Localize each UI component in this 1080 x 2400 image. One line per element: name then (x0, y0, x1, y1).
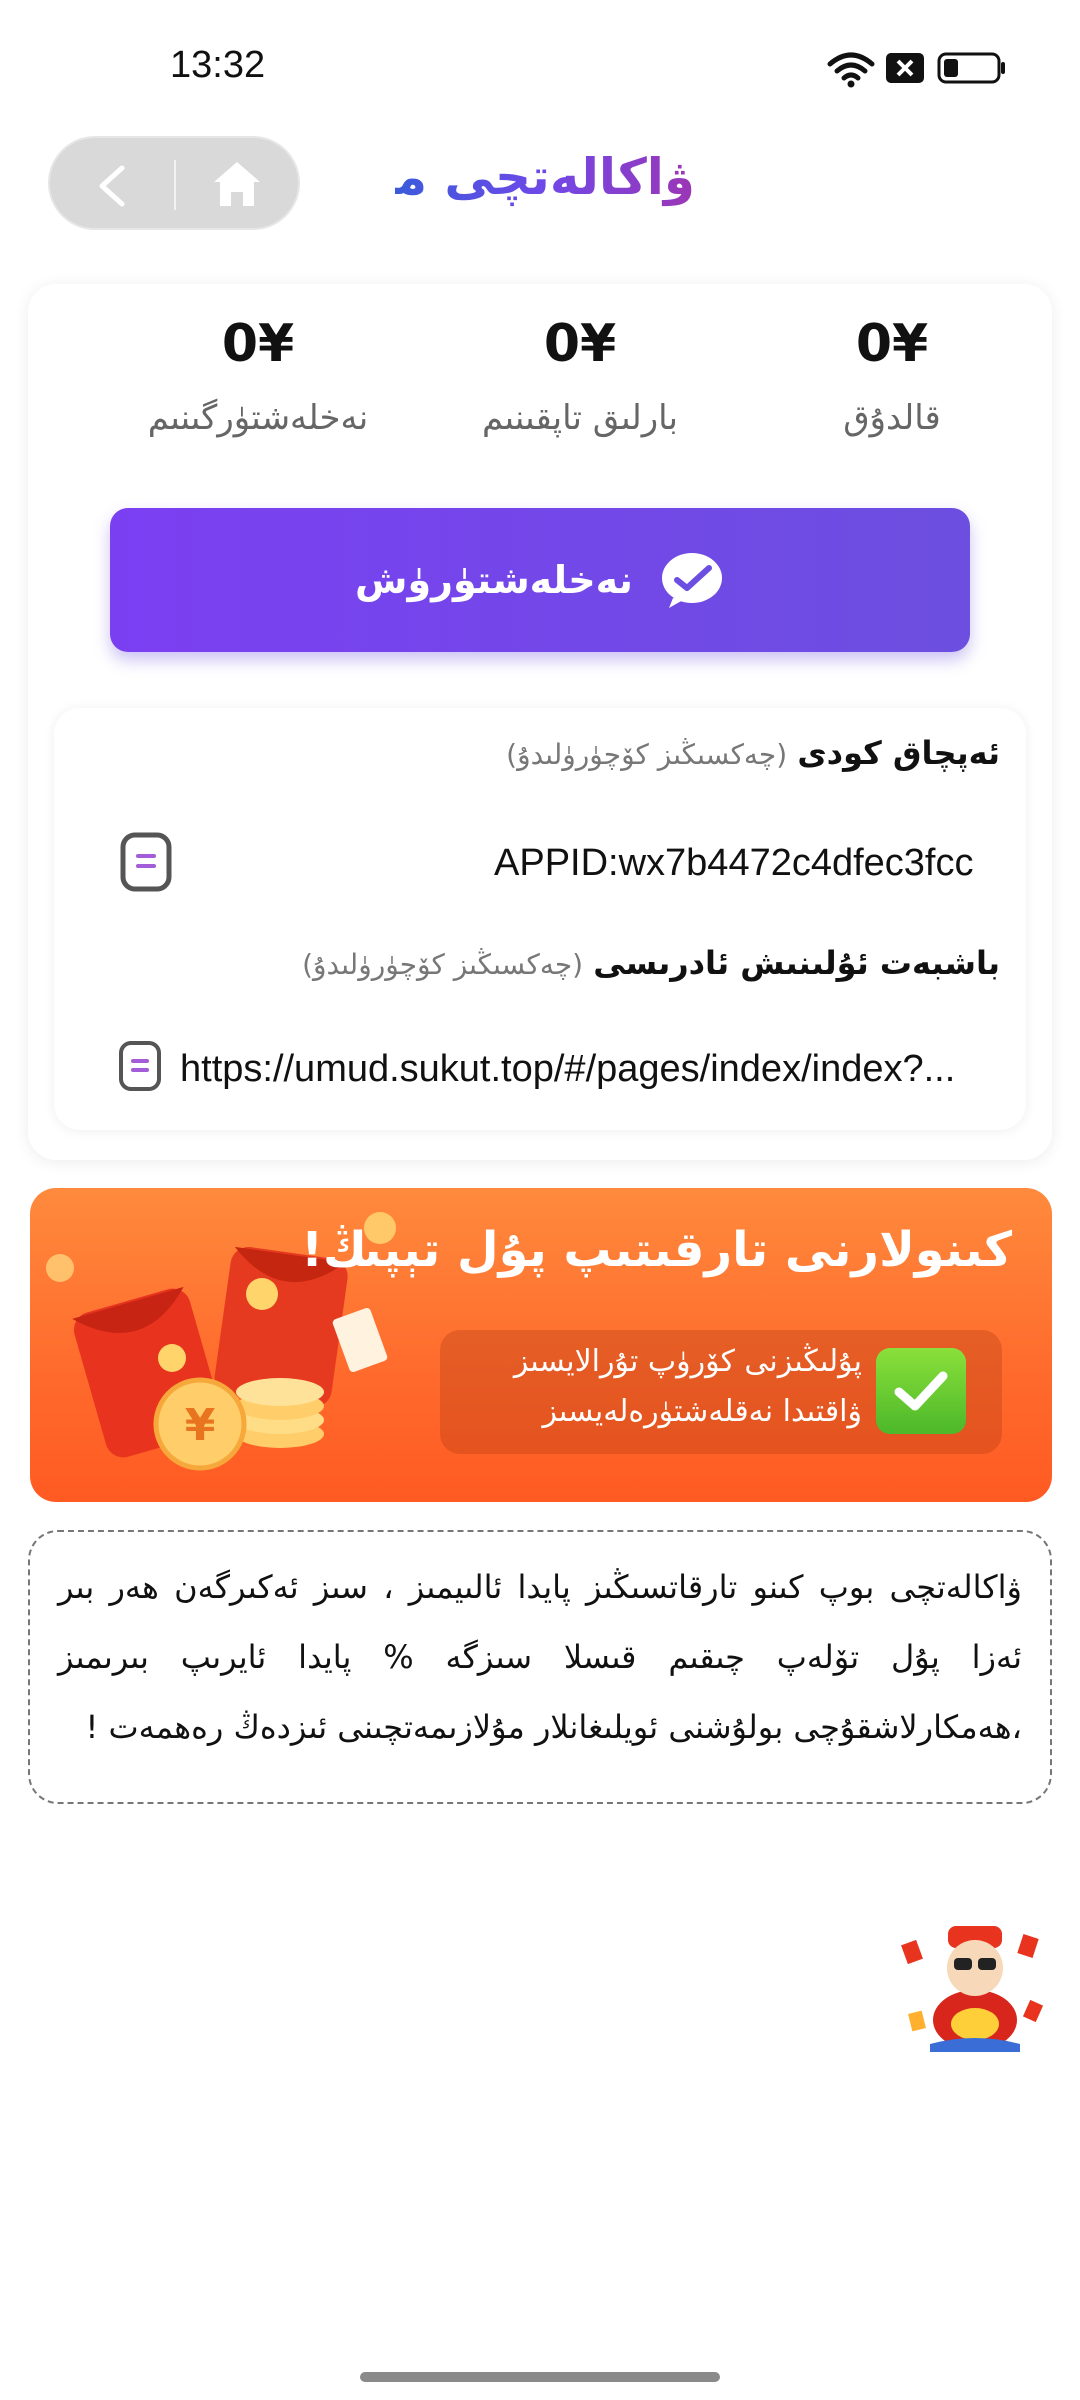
checkmark-icon (876, 1348, 966, 1434)
status-bar: 13:32 (0, 0, 1080, 130)
appid-hint: (چەكسىڭىز كۆچۈرۈلىدۇ) (506, 738, 788, 771)
address-hint: (چەكسىڭىز كۆچۈرۈلىدۇ) (302, 948, 584, 981)
stat-total-value: 0¥ (543, 314, 617, 374)
address-value[interactable]: https://umud.sukut.top/#/pages/index/ind… (180, 1048, 1000, 1091)
home-indicator[interactable] (360, 2372, 720, 2382)
appid-title-row: ئەپچاق كودى (چەكسىڭىز كۆچۈرۈلىدۇ) (506, 734, 1000, 772)
notification-x-icon (885, 52, 925, 88)
notice-text: ۋاكالەتچى بوپ كىنو تارقاتسىڭىز پايدا ئال… (58, 1568, 1022, 1746)
copy-appid-icon[interactable] (120, 832, 172, 896)
stat-withdrawn-value: 0¥ (221, 314, 295, 374)
address-title-row: باشبەت ئۇلىنىش ئادرىسى (چەكسىڭىز كۆچۈرۈل… (302, 944, 1000, 982)
banner-line-2: ۋاقتىدا نەقلەشتۈرەلەيسىز (542, 1394, 862, 1429)
stat-total-earned: 0¥ بارلىق تاپقىنىم (430, 314, 730, 438)
appid-value[interactable]: APPID:wx7b4472c4dfec3fcc (494, 842, 1010, 885)
battery-icon (937, 52, 1007, 88)
stat-total-label: بارلىق تاپقىنىم (482, 398, 678, 438)
back-button[interactable] (92, 164, 132, 212)
stat-balance-value: 0¥ (855, 314, 929, 374)
banner-title: كىنولارنى تارقىتىپ پۇل تېپىڭ! (301, 1222, 1012, 1278)
home-button[interactable] (210, 158, 264, 214)
stat-withdrawn-label: نەخلەشتۈرگىنىم (147, 398, 369, 438)
home-icon (214, 162, 260, 206)
chevron-left-icon (99, 165, 125, 207)
appid-title: ئەپچاق كودى (797, 734, 1000, 772)
wifi-icon (826, 50, 876, 92)
stat-balance-label: قالدۇق (843, 398, 941, 438)
status-time: 13:32 (170, 44, 266, 86)
address-title: باشبەت ئۇلىنىش ئادرىسى (593, 944, 1000, 982)
nav-capsule (48, 136, 300, 230)
withdraw-label: نەخلەشتۈرۈش (355, 558, 633, 602)
stat-balance: 0¥ قالدۇق (742, 314, 1042, 438)
notice-box: ۋاكالەتچى بوپ كىنو تارقاتسىڭىز پايدا ئال… (28, 1530, 1052, 1804)
fortune-god-mascot-icon[interactable] (900, 1922, 1050, 2056)
wechat-icon (661, 553, 722, 608)
copy-address-icon[interactable] (118, 1040, 162, 1096)
banner-line-1: پۇلىڭىزنى كۆرۈپ تۇرالايسىز (513, 1344, 862, 1379)
page-title-logo: ۋاكالەتچى مەركىزى (395, 148, 695, 216)
svg-text:¥: ¥ (185, 1400, 216, 1451)
nav-divider (174, 160, 176, 210)
stat-withdrawn: 0¥ نەخلەشتۈرگىنىم (108, 314, 408, 438)
share-info-panel: ئەپچاق كودى (چەكسىڭىز كۆچۈرۈلىدۇ) APPID:… (54, 708, 1026, 1130)
banner-feature-box: پۇلىڭىزنى كۆرۈپ تۇرالايسىز ۋاقتىدا نەقلە… (440, 1330, 1002, 1454)
promo-banner[interactable]: ¥ كىنولارنى تارقىتىپ پۇل تېپىڭ! پۇلىڭىزن… (30, 1188, 1052, 1502)
earnings-card: 0¥ قالدۇق 0¥ بارلىق تاپقىنىم 0¥ نەخلەشتۈ… (28, 284, 1052, 1160)
withdraw-button[interactable]: نەخلەشتۈرۈش (110, 508, 970, 652)
